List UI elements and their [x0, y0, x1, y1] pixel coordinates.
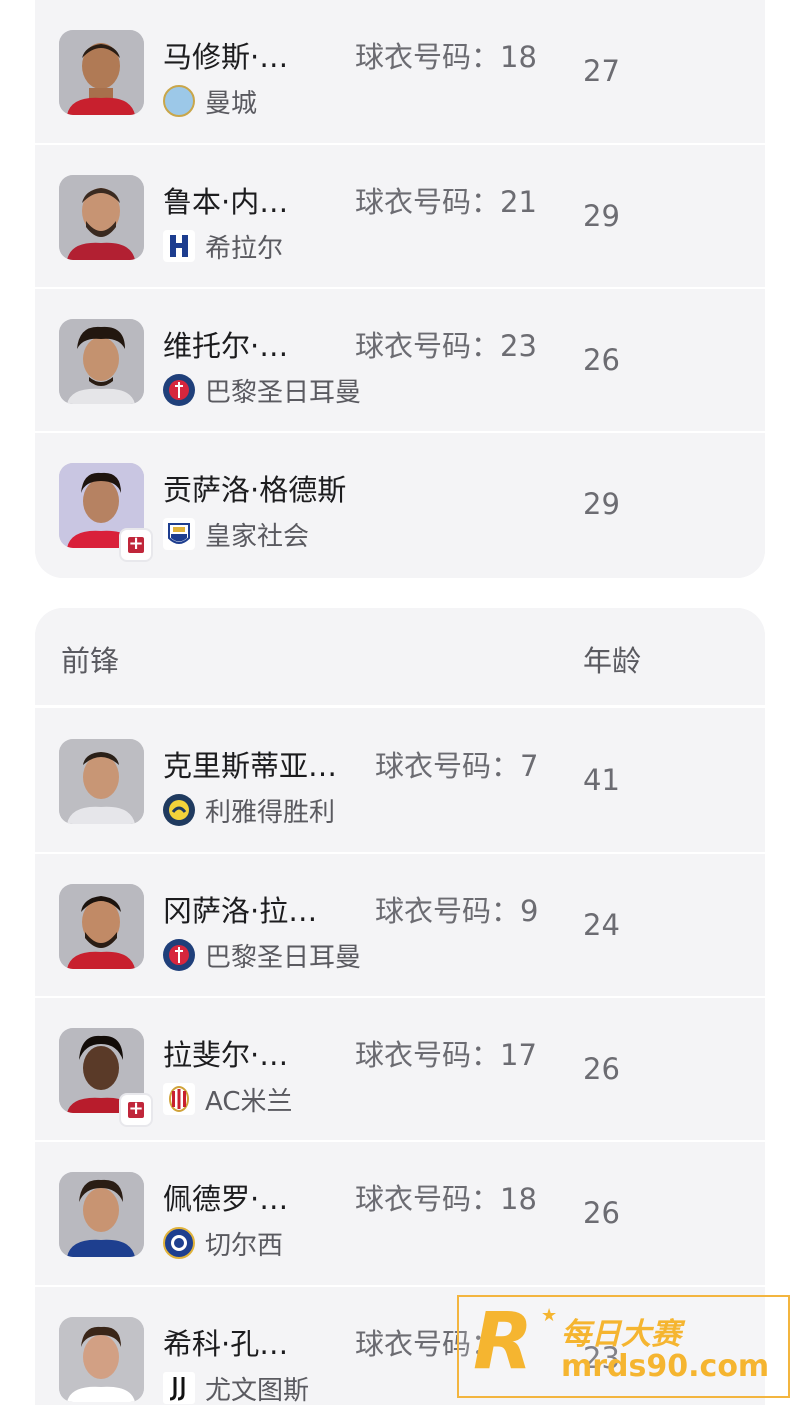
jersey-number: 球衣号码：21 [355, 185, 537, 219]
club-name: 利雅得胜利 [205, 797, 336, 828]
player-age: 41 [583, 763, 620, 797]
player-name: 希科·孔… [163, 1327, 289, 1361]
club-name: 切尔西 [205, 1230, 284, 1261]
watermark-letter: R [473, 1297, 534, 1387]
al-nassr-crest-icon [163, 794, 195, 826]
chelsea-crest-icon [163, 1227, 195, 1259]
player-row[interactable]: 冈萨洛·拉… 球衣号码：9 24 巴黎圣日耳曼 [35, 856, 765, 998]
age-column-header: 年龄 [583, 644, 642, 678]
man-city-crest-icon [163, 85, 195, 117]
player-age: 29 [583, 487, 620, 521]
jersey-number: 球衣号码：9 [375, 894, 539, 928]
player-name: 马修斯·… [163, 40, 289, 74]
club-name: 曼城 [205, 88, 258, 119]
psg-crest-icon [163, 374, 195, 406]
injury-badge-icon [119, 528, 153, 562]
player-row[interactable]: 佩德罗·… 球衣号码：18 26 切尔西 [35, 1144, 765, 1287]
jersey-number: 球衣号码：23 [355, 329, 537, 363]
player-avatar [59, 175, 144, 260]
player-age: 27 [583, 54, 620, 88]
player-avatar [59, 884, 144, 969]
club-name: AC米兰 [205, 1086, 293, 1117]
club[interactable]: 切尔西 [163, 1226, 284, 1261]
club[interactable]: 巴黎圣日耳曼 [163, 938, 362, 973]
star-icon: ★ [541, 1305, 558, 1326]
ac-milan-crest-icon [163, 1083, 195, 1115]
jersey-number: 球衣号码：18 [355, 40, 537, 74]
player-avatar [59, 319, 144, 404]
player-row[interactable]: 克里斯蒂亚… 球衣号码：7 41 利雅得胜利 [35, 711, 765, 854]
juventus-crest-icon [163, 1372, 195, 1404]
club[interactable]: 利雅得胜利 [163, 793, 336, 828]
club[interactable]: 皇家社会 [163, 517, 310, 552]
player-age: 29 [583, 199, 620, 233]
section-header: 前锋 年龄 [35, 608, 765, 708]
player-row[interactable]: 鲁本·内… 球衣号码：21 29 希拉尔 [35, 147, 765, 289]
player-name: 拉斐尔·… [163, 1038, 289, 1072]
midfield-section: 马修斯·… 球衣号码：18 27 曼城 鲁本·内… 球衣号码：21 29 希拉尔… [35, 0, 765, 578]
watermark-line2: mrds90.com [561, 1349, 770, 1384]
player-avatar [59, 1172, 144, 1257]
club-name: 尤文图斯 [205, 1375, 310, 1405]
player-age: 26 [583, 1196, 620, 1230]
club[interactable]: AC米兰 [163, 1082, 293, 1117]
player-age: 26 [583, 1052, 620, 1086]
player-age: 26 [583, 343, 620, 377]
player-name: 鲁本·内… [163, 185, 289, 219]
psg-crest-icon [163, 939, 195, 971]
player-row[interactable]: 维托尔·… 球衣号码：23 26 巴黎圣日耳曼 [35, 291, 765, 433]
player-name: 佩德罗·… [163, 1182, 289, 1216]
player-avatar [59, 30, 144, 115]
player-row[interactable]: 拉斐尔·… 球衣号码：17 26 AC米兰 [35, 1000, 765, 1142]
injury-badge-icon [119, 1093, 153, 1127]
player-row[interactable]: 贡萨洛·格德斯 29 皇家社会 [35, 435, 765, 578]
real-sociedad-crest-icon [163, 518, 195, 550]
club-name: 皇家社会 [205, 521, 310, 552]
player-name: 冈萨洛·拉… [163, 894, 318, 928]
watermark-line1: 每日大赛 [561, 1317, 681, 1352]
forwards-section: 前锋 年龄 克里斯蒂亚… 球衣号码：7 41 利雅得胜利 冈萨洛·拉… 球衣号码… [35, 608, 765, 1405]
jersey-number: 球衣号码：18 [355, 1182, 537, 1216]
player-avatar [59, 739, 144, 824]
player-age: 24 [583, 908, 620, 942]
club[interactable]: 巴黎圣日耳曼 [163, 373, 362, 408]
jersey-number: 球衣号码：17 [355, 1038, 537, 1072]
club-name: 希拉尔 [205, 233, 284, 264]
player-name: 克里斯蒂亚… [163, 749, 338, 783]
player-name: 贡萨洛·格德斯 [163, 473, 347, 507]
player-row[interactable]: 马修斯·… 球衣号码：18 27 曼城 [35, 0, 765, 145]
club-name: 巴黎圣日耳曼 [205, 942, 362, 973]
al-hilal-crest-icon [163, 230, 195, 262]
jersey-number: 球衣号码：7 [375, 749, 539, 783]
club-name: 巴黎圣日耳曼 [205, 377, 362, 408]
player-name: 维托尔·… [163, 329, 289, 363]
watermark-logo: R ★ 每日大赛 mrds90.com [457, 1295, 790, 1398]
section-title: 前锋 [61, 644, 120, 678]
club[interactable]: 曼城 [163, 84, 258, 119]
club[interactable]: 尤文图斯 [163, 1371, 309, 1405]
club[interactable]: 希拉尔 [163, 229, 284, 264]
player-avatar [59, 1317, 144, 1402]
